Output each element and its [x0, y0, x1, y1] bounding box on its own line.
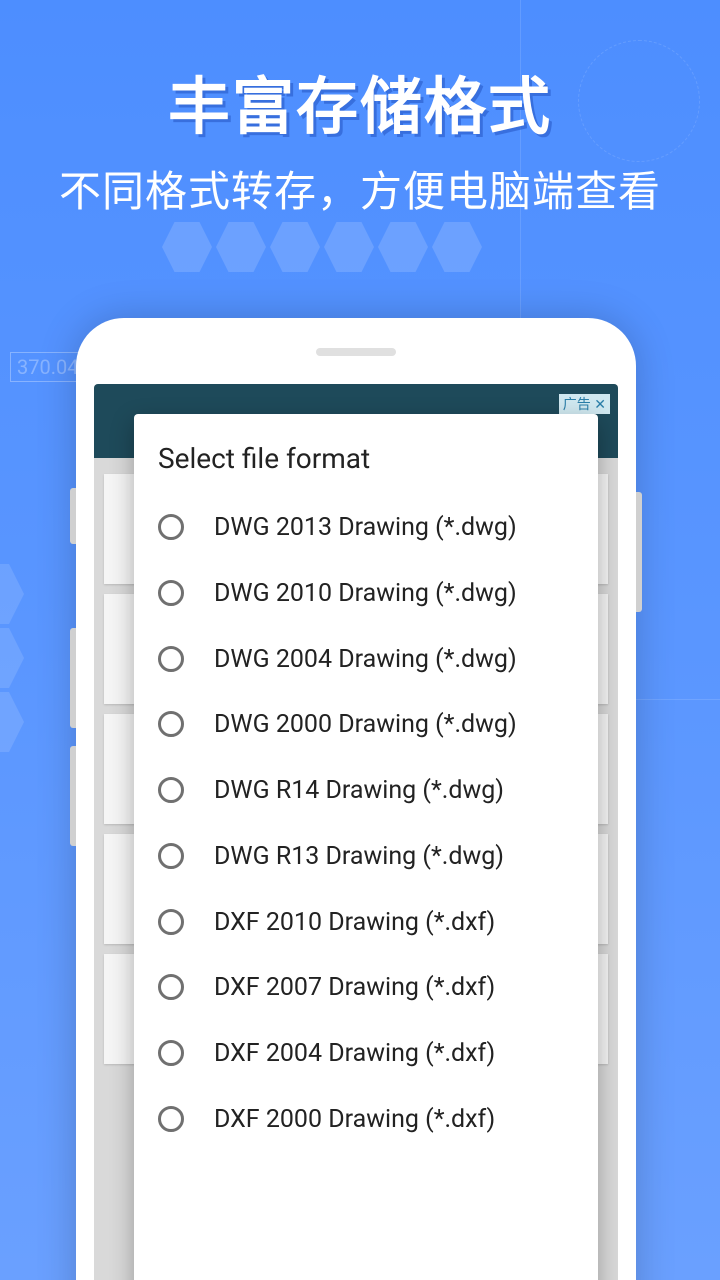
radio-icon	[158, 843, 184, 869]
format-label: DXF 2007 Drawing (*.dxf)	[214, 971, 495, 1005]
promo-background: 370.04 丰富存储格式 不同格式转存，方便电脑端查看 广告 ✕ Select…	[0, 0, 720, 1280]
decorative-measurement: 370.04	[10, 352, 85, 382]
radio-icon	[158, 646, 184, 672]
phone-screen: 广告 ✕ Select file format DWG 2013 Drawing…	[94, 384, 618, 1280]
decorative-hexagons	[160, 220, 560, 300]
phone-volume-up	[70, 628, 76, 728]
headline: 丰富存储格式	[0, 56, 720, 146]
format-option[interactable]: DXF 2000 Drawing (*.dxf)	[158, 1087, 574, 1153]
phone-side-button	[70, 488, 76, 544]
dialog-title: Select file format	[134, 414, 598, 495]
radio-icon	[158, 974, 184, 1000]
format-label: DWG 2000 Drawing (*.dwg)	[214, 708, 517, 742]
radio-icon	[158, 1106, 184, 1132]
phone-volume-down	[70, 746, 76, 846]
format-option[interactable]: DXF 2010 Drawing (*.dxf)	[158, 890, 574, 956]
ad-close-tag[interactable]: 广告 ✕	[559, 394, 610, 414]
format-label: DWG 2013 Drawing (*.dwg)	[214, 511, 517, 545]
radio-icon	[158, 514, 184, 540]
radio-icon	[158, 580, 184, 606]
dialog-actions: 取消	[134, 1259, 598, 1280]
format-option[interactable]: DWG R13 Drawing (*.dwg)	[158, 824, 574, 890]
subheadline: 不同格式转存，方便电脑端查看	[0, 158, 720, 219]
format-label: DWG 2010 Drawing (*.dwg)	[214, 577, 517, 611]
format-label: DWG 2004 Drawing (*.dwg)	[214, 643, 517, 677]
phone-speaker	[316, 348, 396, 356]
format-label: DWG R13 Drawing (*.dwg)	[214, 840, 504, 874]
format-label: DXF 2000 Drawing (*.dxf)	[214, 1103, 495, 1137]
phone-power-button	[636, 492, 642, 612]
format-label: DWG R14 Drawing (*.dwg)	[214, 774, 504, 808]
format-label: DXF 2010 Drawing (*.dxf)	[214, 906, 495, 940]
radio-icon	[158, 909, 184, 935]
format-option[interactable]: DWG R14 Drawing (*.dwg)	[158, 758, 574, 824]
phone-frame: 广告 ✕ Select file format DWG 2013 Drawing…	[76, 318, 636, 1280]
format-label: DXF 2004 Drawing (*.dxf)	[214, 1037, 495, 1071]
format-option[interactable]: DXF 2004 Drawing (*.dxf)	[158, 1021, 574, 1087]
cancel-button[interactable]: 取消	[510, 1273, 578, 1280]
radio-icon	[158, 711, 184, 737]
radio-icon	[158, 777, 184, 803]
format-option[interactable]: DWG 2004 Drawing (*.dwg)	[158, 627, 574, 693]
format-option[interactable]: DWG 2010 Drawing (*.dwg)	[158, 561, 574, 627]
format-option[interactable]: DWG 2013 Drawing (*.dwg)	[158, 495, 574, 561]
format-option[interactable]: DXF 2007 Drawing (*.dxf)	[158, 955, 574, 1021]
format-option[interactable]: DWG 2000 Drawing (*.dwg)	[158, 692, 574, 758]
radio-icon	[158, 1040, 184, 1066]
dialog-options-list: DWG 2013 Drawing (*.dwg) DWG 2010 Drawin…	[134, 495, 598, 1259]
select-format-dialog: Select file format DWG 2013 Drawing (*.d…	[134, 414, 598, 1280]
